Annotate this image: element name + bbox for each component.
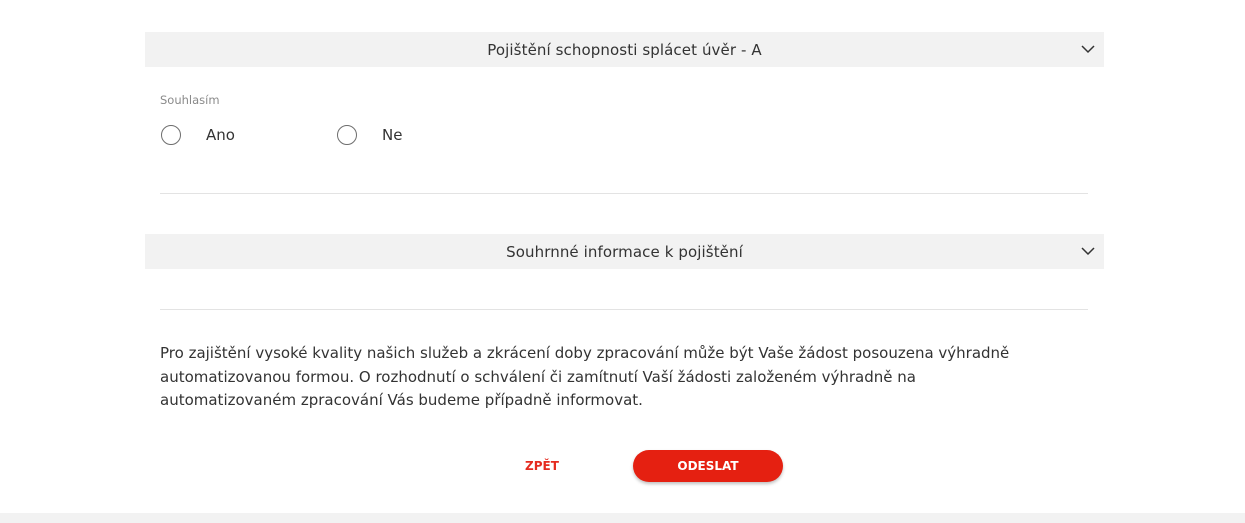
automated-processing-notice: Pro zajištění vysoké kvality našich služ…: [160, 344, 1010, 409]
accordion-title: Pojištění schopnosti splácet úvěr - A: [487, 40, 762, 59]
back-button[interactable]: ZPĚT: [516, 451, 568, 481]
radio-label-ne: Ne: [382, 126, 403, 144]
accordion-title: Souhrnné informace k pojištění: [506, 242, 743, 261]
radio-button-ne[interactable]: [337, 125, 357, 145]
accordion-header-insurance[interactable]: Pojištění schopnosti splácet úvěr - A: [145, 32, 1104, 67]
consent-label: Souhlasím: [160, 93, 220, 107]
radio-button-ano[interactable]: [161, 125, 181, 145]
footer-bar: [0, 513, 1245, 523]
radio-label-ano: Ano: [206, 126, 235, 144]
chevron-down-icon[interactable]: [1080, 243, 1096, 259]
section-divider: [160, 309, 1088, 310]
chevron-down-icon[interactable]: [1080, 41, 1096, 57]
section-divider: [160, 193, 1088, 194]
accordion-header-summary[interactable]: Souhrnné informace k pojištění: [145, 234, 1104, 269]
submit-button[interactable]: ODESLAT: [633, 450, 783, 482]
radio-option-ano[interactable]: Ano: [161, 124, 235, 146]
radio-option-ne[interactable]: Ne: [337, 124, 402, 146]
